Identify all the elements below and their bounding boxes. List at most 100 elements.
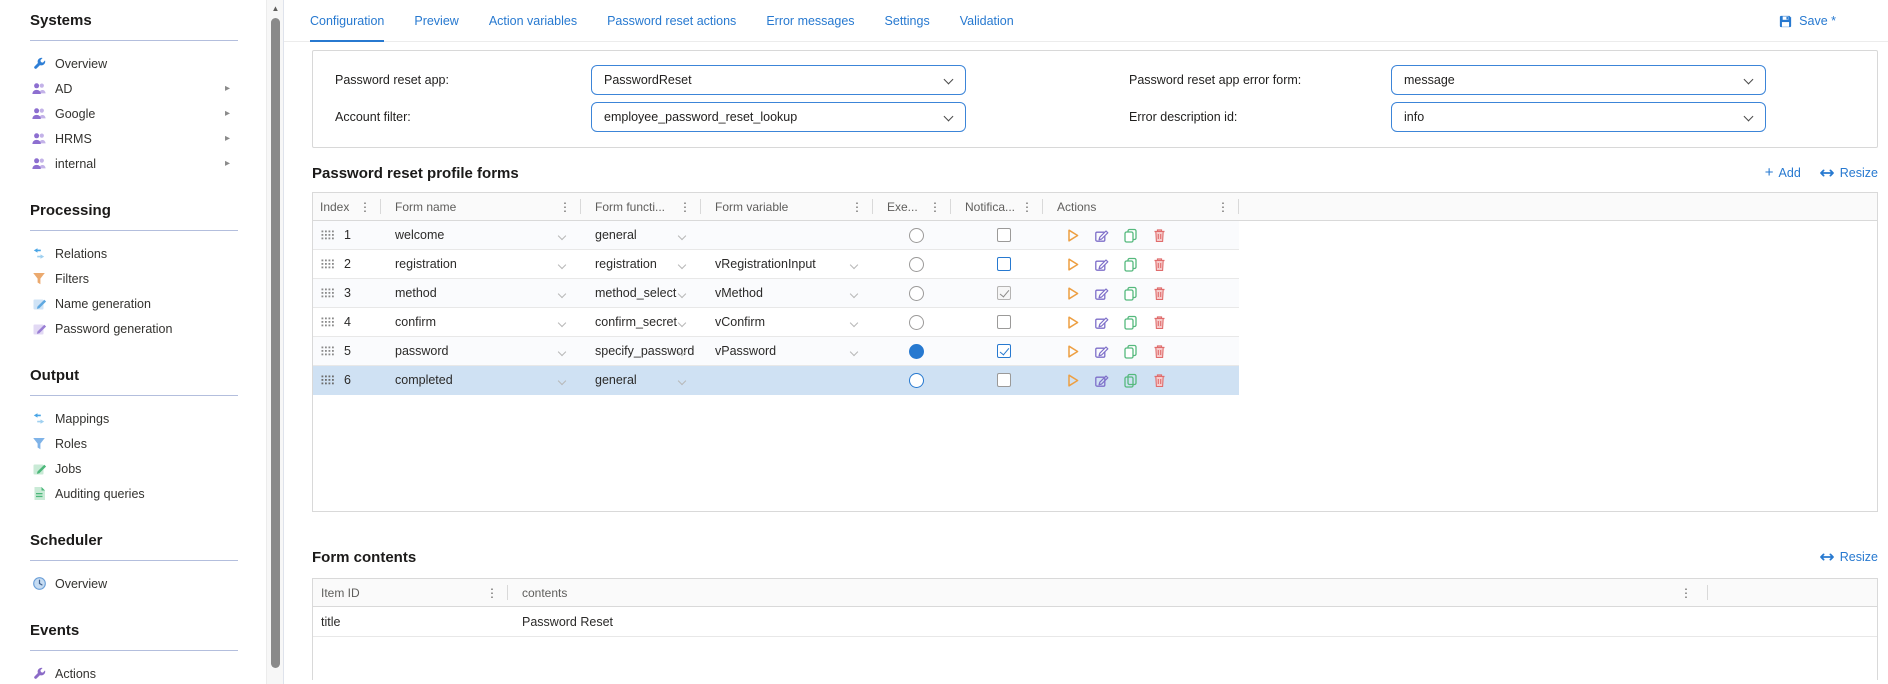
table-row[interactable]: title Password Reset (313, 607, 1877, 637)
execute-radio[interactable] (909, 343, 924, 359)
error-description-select[interactable]: info (1391, 102, 1766, 132)
sidebar-item-password-generation[interactable]: Password generation (30, 316, 266, 341)
chevron-down-icon[interactable] (677, 318, 687, 328)
chevron-down-icon[interactable] (557, 289, 567, 299)
copy-icon[interactable] (1123, 257, 1138, 272)
edit-icon[interactable] (1094, 257, 1109, 272)
delete-icon[interactable] (1152, 286, 1167, 301)
edit-icon[interactable] (1094, 315, 1109, 330)
scroll-up-arrow[interactable]: ▲ (267, 4, 284, 13)
column-menu-icon[interactable]: ⋮ (1680, 587, 1692, 599)
notification-checkbox[interactable] (997, 257, 1011, 271)
delete-icon[interactable] (1152, 344, 1167, 359)
column-menu-icon[interactable]: ⋮ (679, 201, 691, 213)
error-form-select[interactable]: message (1391, 65, 1766, 95)
password-reset-app-select[interactable]: PasswordReset (591, 65, 966, 95)
copy-icon[interactable] (1123, 373, 1138, 388)
copy-icon[interactable] (1123, 344, 1138, 359)
sidebar-item-overview-scheduler[interactable]: Overview (30, 571, 266, 596)
copy-icon[interactable] (1123, 286, 1138, 301)
drag-handle-icon[interactable] (321, 230, 334, 240)
sidebar-item-overview[interactable]: Overview (30, 51, 266, 76)
run-icon[interactable] (1065, 257, 1080, 272)
tab-action-variables[interactable]: Action variables (489, 0, 577, 42)
drag-handle-icon[interactable] (321, 259, 334, 269)
delete-icon[interactable] (1152, 257, 1167, 272)
sidebar-item-jobs[interactable]: Jobs (30, 456, 266, 481)
chevron-down-icon[interactable] (557, 318, 567, 328)
chevron-down-icon[interactable] (557, 376, 567, 386)
column-menu-icon[interactable]: ⋮ (929, 201, 941, 213)
copy-icon[interactable] (1123, 315, 1138, 330)
table-row[interactable]: 2 registration registration vRegistratio… (313, 250, 1239, 279)
chevron-down-icon[interactable] (557, 260, 567, 270)
scrollbar-thumb[interactable] (270, 18, 280, 668)
column-menu-icon[interactable]: ⋮ (851, 201, 863, 213)
run-icon[interactable] (1065, 344, 1080, 359)
drag-handle-icon[interactable] (321, 317, 334, 327)
tab-settings[interactable]: Settings (885, 0, 930, 42)
tab-validation[interactable]: Validation (960, 0, 1014, 42)
add-button[interactable]: + Add (1765, 165, 1801, 180)
delete-icon[interactable] (1152, 315, 1167, 330)
drag-handle-icon[interactable] (321, 288, 334, 298)
sidebar-item-ad[interactable]: AD ▸ (30, 76, 266, 101)
tab-error-messages[interactable]: Error messages (766, 0, 854, 42)
run-icon[interactable] (1065, 228, 1080, 243)
column-menu-icon[interactable]: ⋮ (359, 201, 371, 213)
notification-checkbox[interactable] (997, 228, 1011, 242)
chevron-down-icon[interactable] (557, 347, 567, 357)
sidebar-item-hrms[interactable]: HRMS ▸ (30, 126, 266, 151)
sidebar-item-google[interactable]: Google ▸ (30, 101, 266, 126)
save-button[interactable]: Save * (1778, 0, 1836, 42)
column-menu-icon[interactable]: ⋮ (486, 587, 498, 599)
chevron-down-icon[interactable] (677, 260, 687, 270)
sidebar-item-internal[interactable]: internal ▸ (30, 151, 266, 176)
copy-icon[interactable] (1123, 228, 1138, 243)
sidebar-item-relations[interactable]: Relations (30, 241, 266, 266)
execute-radio[interactable] (909, 285, 924, 301)
edit-icon[interactable] (1094, 373, 1109, 388)
chevron-down-icon[interactable] (849, 260, 859, 270)
sidebar-item-auditing-queries[interactable]: Auditing queries (30, 481, 266, 506)
notification-checkbox[interactable] (997, 315, 1011, 329)
table-row[interactable]: 3 method method_select vMethod (313, 279, 1239, 308)
notification-checkbox[interactable] (997, 286, 1011, 300)
column-menu-icon[interactable]: ⋮ (559, 201, 571, 213)
execute-radio[interactable] (909, 227, 924, 243)
table-row[interactable]: 5 password specify_password vPassword (313, 337, 1239, 366)
run-icon[interactable] (1065, 373, 1080, 388)
tab-configuration[interactable]: Configuration (310, 0, 385, 42)
edit-icon[interactable] (1094, 228, 1109, 243)
run-icon[interactable] (1065, 286, 1080, 301)
table-row[interactable]: 6 completed general (313, 366, 1239, 395)
execute-radio[interactable] (909, 256, 924, 272)
edit-icon[interactable] (1094, 286, 1109, 301)
table-row[interactable]: 4 confirm confirm_secret vConfirm (313, 308, 1239, 337)
notification-checkbox[interactable] (997, 373, 1011, 387)
chevron-down-icon[interactable] (557, 231, 567, 241)
resize-button[interactable]: Resize (1819, 550, 1878, 564)
tab-password-reset-actions[interactable]: Password reset actions (607, 0, 736, 42)
delete-icon[interactable] (1152, 228, 1167, 243)
account-filter-select[interactable]: employee_password_reset_lookup (591, 102, 966, 132)
sidebar-item-name-generation[interactable]: Name generation (30, 291, 266, 316)
delete-icon[interactable] (1152, 373, 1167, 388)
execute-radio[interactable] (909, 372, 924, 388)
tab-preview[interactable]: Preview (414, 0, 458, 42)
sidebar-item-actions[interactable]: Actions (30, 661, 266, 684)
execute-radio[interactable] (909, 314, 924, 330)
chevron-down-icon[interactable] (677, 289, 687, 299)
sidebar-scrollbar[interactable]: ▲ (266, 0, 283, 684)
notification-checkbox[interactable] (997, 344, 1011, 358)
chevron-down-icon[interactable] (849, 289, 859, 299)
column-menu-icon[interactable]: ⋮ (1021, 201, 1033, 213)
column-menu-icon[interactable]: ⋮ (1217, 201, 1229, 213)
table-row[interactable]: 1 welcome general (313, 221, 1239, 250)
sidebar-item-mappings[interactable]: Mappings (30, 406, 266, 431)
drag-handle-icon[interactable] (321, 346, 334, 356)
drag-handle-icon[interactable] (321, 375, 334, 385)
run-icon[interactable] (1065, 315, 1080, 330)
chevron-down-icon[interactable] (849, 347, 859, 357)
edit-icon[interactable] (1094, 344, 1109, 359)
